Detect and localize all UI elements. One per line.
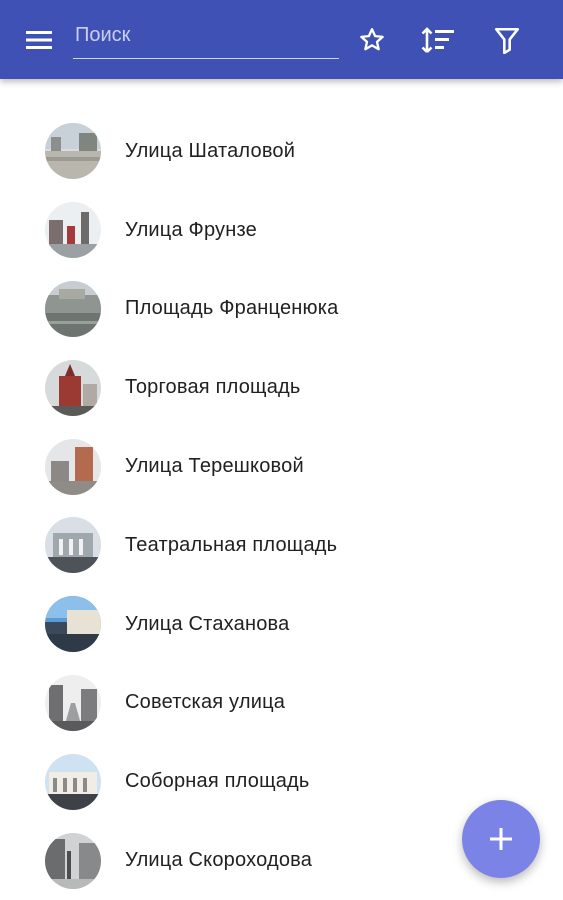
- sort-icon: [421, 27, 454, 53]
- street-photo: [45, 123, 101, 180]
- hamburger-icon: [26, 31, 52, 49]
- square-photo: [45, 517, 101, 574]
- street-name: Улица Шаталовой: [125, 139, 296, 162]
- search-input[interactable]: [73, 18, 339, 52]
- list-item[interactable]: Советская улица: [0, 664, 563, 743]
- street-name: Улица Скороходова: [125, 849, 313, 872]
- square-photo: [45, 359, 101, 416]
- street-name: Улица Фрунзе: [125, 218, 257, 241]
- street-photo: [45, 674, 101, 731]
- list-item[interactable]: Улица Фрунзе: [0, 191, 563, 270]
- menu-button[interactable]: [22, 24, 58, 56]
- list-item[interactable]: Площадь Франценюка: [0, 270, 563, 349]
- square-photo: [45, 280, 101, 337]
- street-list: Улица Шаталовой Улица Фрунзе Площадь Фра…: [0, 112, 563, 900]
- list-item[interactable]: Улица Стаханова: [0, 585, 563, 664]
- add-button[interactable]: [462, 800, 540, 878]
- app-bar: [0, 0, 563, 79]
- search-field: [73, 16, 339, 59]
- plus-icon: [490, 828, 512, 850]
- street-name: Улица Стаханова: [125, 612, 290, 635]
- street-photo: [45, 438, 101, 495]
- square-photo: [45, 753, 101, 810]
- street-photo: [45, 596, 101, 653]
- street-photo: [45, 202, 101, 259]
- street-name: Советская улица: [125, 691, 286, 714]
- filter-button[interactable]: [487, 20, 527, 60]
- sort-button[interactable]: [418, 20, 458, 60]
- list-item[interactable]: Улица Шаталовой: [0, 112, 563, 191]
- filter-icon: [494, 27, 520, 54]
- app-screen: Улица Шаталовой Улица Фрунзе: [0, 0, 563, 900]
- street-name: Соборная площадь: [125, 770, 310, 793]
- street-photo: [45, 832, 101, 889]
- street-name: Театральная площадь: [125, 533, 338, 556]
- street-name: Площадь Франценюка: [125, 297, 339, 320]
- list-item[interactable]: Театральная площадь: [0, 506, 563, 585]
- street-name: Улица Терешковой: [125, 455, 304, 478]
- star-icon: [360, 28, 384, 51]
- list-item[interactable]: Улица Терешковой: [0, 427, 563, 506]
- favorites-button[interactable]: [352, 20, 392, 60]
- street-name: Торговая площадь: [125, 376, 301, 399]
- list-item[interactable]: Торговая площадь: [0, 348, 563, 427]
